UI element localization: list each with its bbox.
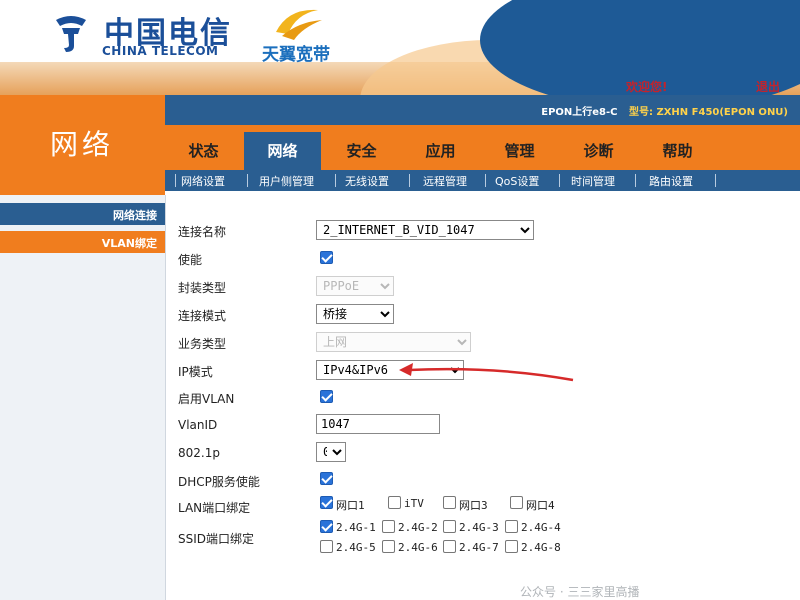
lan-port-4-label: 网口4 xyxy=(526,499,555,512)
lan-port-itv-label: iTV xyxy=(404,497,424,510)
brand-en: CHINA TELECOM xyxy=(102,44,219,58)
lan-port-3-label: 网口3 xyxy=(459,499,488,512)
ssid-6-checkbox[interactable] xyxy=(382,540,395,553)
vlan-id-label: VlanID xyxy=(178,418,218,432)
welcome-text: 欢迎您! xyxy=(626,80,668,94)
ssid-7-label: 2.4G-7 xyxy=(459,541,499,554)
conn-mode-label: 连接模式 xyxy=(178,309,227,323)
subnav-wireless[interactable]: 无线设置 xyxy=(345,173,389,189)
section-title: 网络 xyxy=(50,128,115,161)
sub-nav-divider xyxy=(635,174,636,187)
china-telecom-logo-icon xyxy=(56,16,86,52)
section-title-block: 网络 xyxy=(0,95,165,195)
dot1p-label: 802.1p xyxy=(178,446,220,460)
enable-checkbox[interactable] xyxy=(320,251,333,264)
nav-tab-application[interactable]: 应用 xyxy=(402,132,479,170)
ssid-1-checkbox[interactable] xyxy=(320,520,333,533)
sub-nav-divider xyxy=(715,174,716,187)
ssid-3-checkbox[interactable] xyxy=(443,520,456,533)
device-model-value: ZXHN F450(EPON ONU) xyxy=(656,107,788,118)
ssid-2-checkbox[interactable] xyxy=(382,520,395,533)
content-panel xyxy=(165,195,800,600)
sidebar-item-label: VLAN绑定 xyxy=(101,237,157,250)
device-info-bar: EPON上行e8-C 型号: ZXHN F450(EPON ONU) xyxy=(165,95,800,125)
ssid-bind-label: SSID端口绑定 xyxy=(178,532,255,546)
ssid-6-label: 2.4G-6 xyxy=(398,541,438,554)
sub-nav: 网络设置 用户侧管理 无线设置 远程管理 QoS设置 时间管理 路由设置 xyxy=(165,170,800,191)
connection-name-select[interactable]: 2_INTERNET_B_VID_1047 xyxy=(316,220,534,240)
encap-type-label: 封装类型 xyxy=(178,281,227,295)
vlan-id-input[interactable] xyxy=(316,414,440,434)
ssid-4-checkbox[interactable] xyxy=(505,520,518,533)
nav-tab-diagnosis[interactable]: 诊断 xyxy=(560,132,637,170)
ssid-2-label: 2.4G-2 xyxy=(398,521,438,534)
encap-type-select[interactable]: PPPoE xyxy=(316,276,394,296)
dot1p-select[interactable]: 0 xyxy=(316,442,346,462)
subnav-routing[interactable]: 路由设置 xyxy=(649,173,693,189)
service-type-select[interactable]: 上网 xyxy=(316,332,471,352)
subnav-remote[interactable]: 远程管理 xyxy=(423,173,467,189)
ssid-3-label: 2.4G-3 xyxy=(459,521,499,534)
sidebar: 网络连接 VLAN绑定 xyxy=(0,195,165,600)
dhcp-label: DHCP服务使能 xyxy=(178,475,260,489)
sub-nav-divider xyxy=(335,174,336,187)
sub-nav-divider xyxy=(559,174,560,187)
lan-port-1-checkbox[interactable] xyxy=(320,496,333,509)
service-type-label: 业务类型 xyxy=(178,337,227,351)
ssid-8-label: 2.4G-8 xyxy=(521,541,561,554)
lan-port-1-label: 网口1 xyxy=(336,499,365,512)
lan-port-itv-checkbox[interactable] xyxy=(388,496,401,509)
subnav-network-settings[interactable]: 网络设置 xyxy=(181,173,225,189)
ssid-4-label: 2.4G-4 xyxy=(521,521,561,534)
subnav-user-side[interactable]: 用户侧管理 xyxy=(259,173,314,189)
sidebar-item-vlan-binding[interactable]: VLAN绑定 xyxy=(0,231,165,253)
conn-mode-select[interactable]: 桥接 xyxy=(316,304,394,324)
logout-link[interactable]: 退出 xyxy=(756,78,780,95)
sub-nav-divider xyxy=(485,174,486,187)
ssid-1-label: 2.4G-1 xyxy=(336,521,376,534)
connection-name-label: 连接名称 xyxy=(178,225,227,239)
annotation-arrow-icon xyxy=(399,363,574,382)
tianyi-logo-icon xyxy=(276,9,322,40)
sub-nav-divider xyxy=(175,174,176,187)
header: 中国电信 CHINA TELECOM 天翼宽带 欢迎您! 退出 xyxy=(0,0,800,95)
device-uplink: EPON上行e8-C xyxy=(541,107,618,118)
ssid-5-label: 2.4G-5 xyxy=(336,541,376,554)
vlan-enable-checkbox[interactable] xyxy=(320,390,333,403)
sub-nav-divider xyxy=(247,174,248,187)
subnav-qos[interactable]: QoS设置 xyxy=(495,173,539,189)
brand-sub: 天翼宽带 xyxy=(262,45,330,65)
lan-bind-label: LAN端口绑定 xyxy=(178,501,251,515)
device-info: EPON上行e8-C 型号: ZXHN F450(EPON ONU) xyxy=(541,103,788,118)
nav-tab-status[interactable]: 状态 xyxy=(165,132,242,170)
nav-tab-security[interactable]: 安全 xyxy=(323,132,400,170)
watermark: 公众号 · 三三家里高播 xyxy=(520,585,640,599)
subnav-time[interactable]: 时间管理 xyxy=(571,173,615,189)
ssid-8-checkbox[interactable] xyxy=(505,540,518,553)
ssid-5-checkbox[interactable] xyxy=(320,540,333,553)
dhcp-checkbox[interactable] xyxy=(320,472,333,485)
nav-tab-network[interactable]: 网络 xyxy=(244,132,321,170)
main-nav: 状态 网络 安全 应用 管理 诊断 帮助 xyxy=(165,125,800,170)
lan-port-3-checkbox[interactable] xyxy=(443,496,456,509)
device-model-label: 型号: xyxy=(628,107,653,118)
lan-port-4-checkbox[interactable] xyxy=(510,496,523,509)
sub-nav-divider xyxy=(409,174,410,187)
nav-tab-management[interactable]: 管理 xyxy=(481,132,558,170)
ssid-7-checkbox[interactable] xyxy=(443,540,456,553)
enable-label: 使能 xyxy=(178,253,203,267)
sidebar-item-label: 网络连接 xyxy=(113,209,157,222)
nav-tab-help[interactable]: 帮助 xyxy=(639,132,716,170)
sidebar-item-network-connection[interactable]: 网络连接 xyxy=(0,203,165,225)
ip-mode-label: IP模式 xyxy=(178,365,213,379)
vlan-enable-label: 启用VLAN xyxy=(178,392,235,406)
